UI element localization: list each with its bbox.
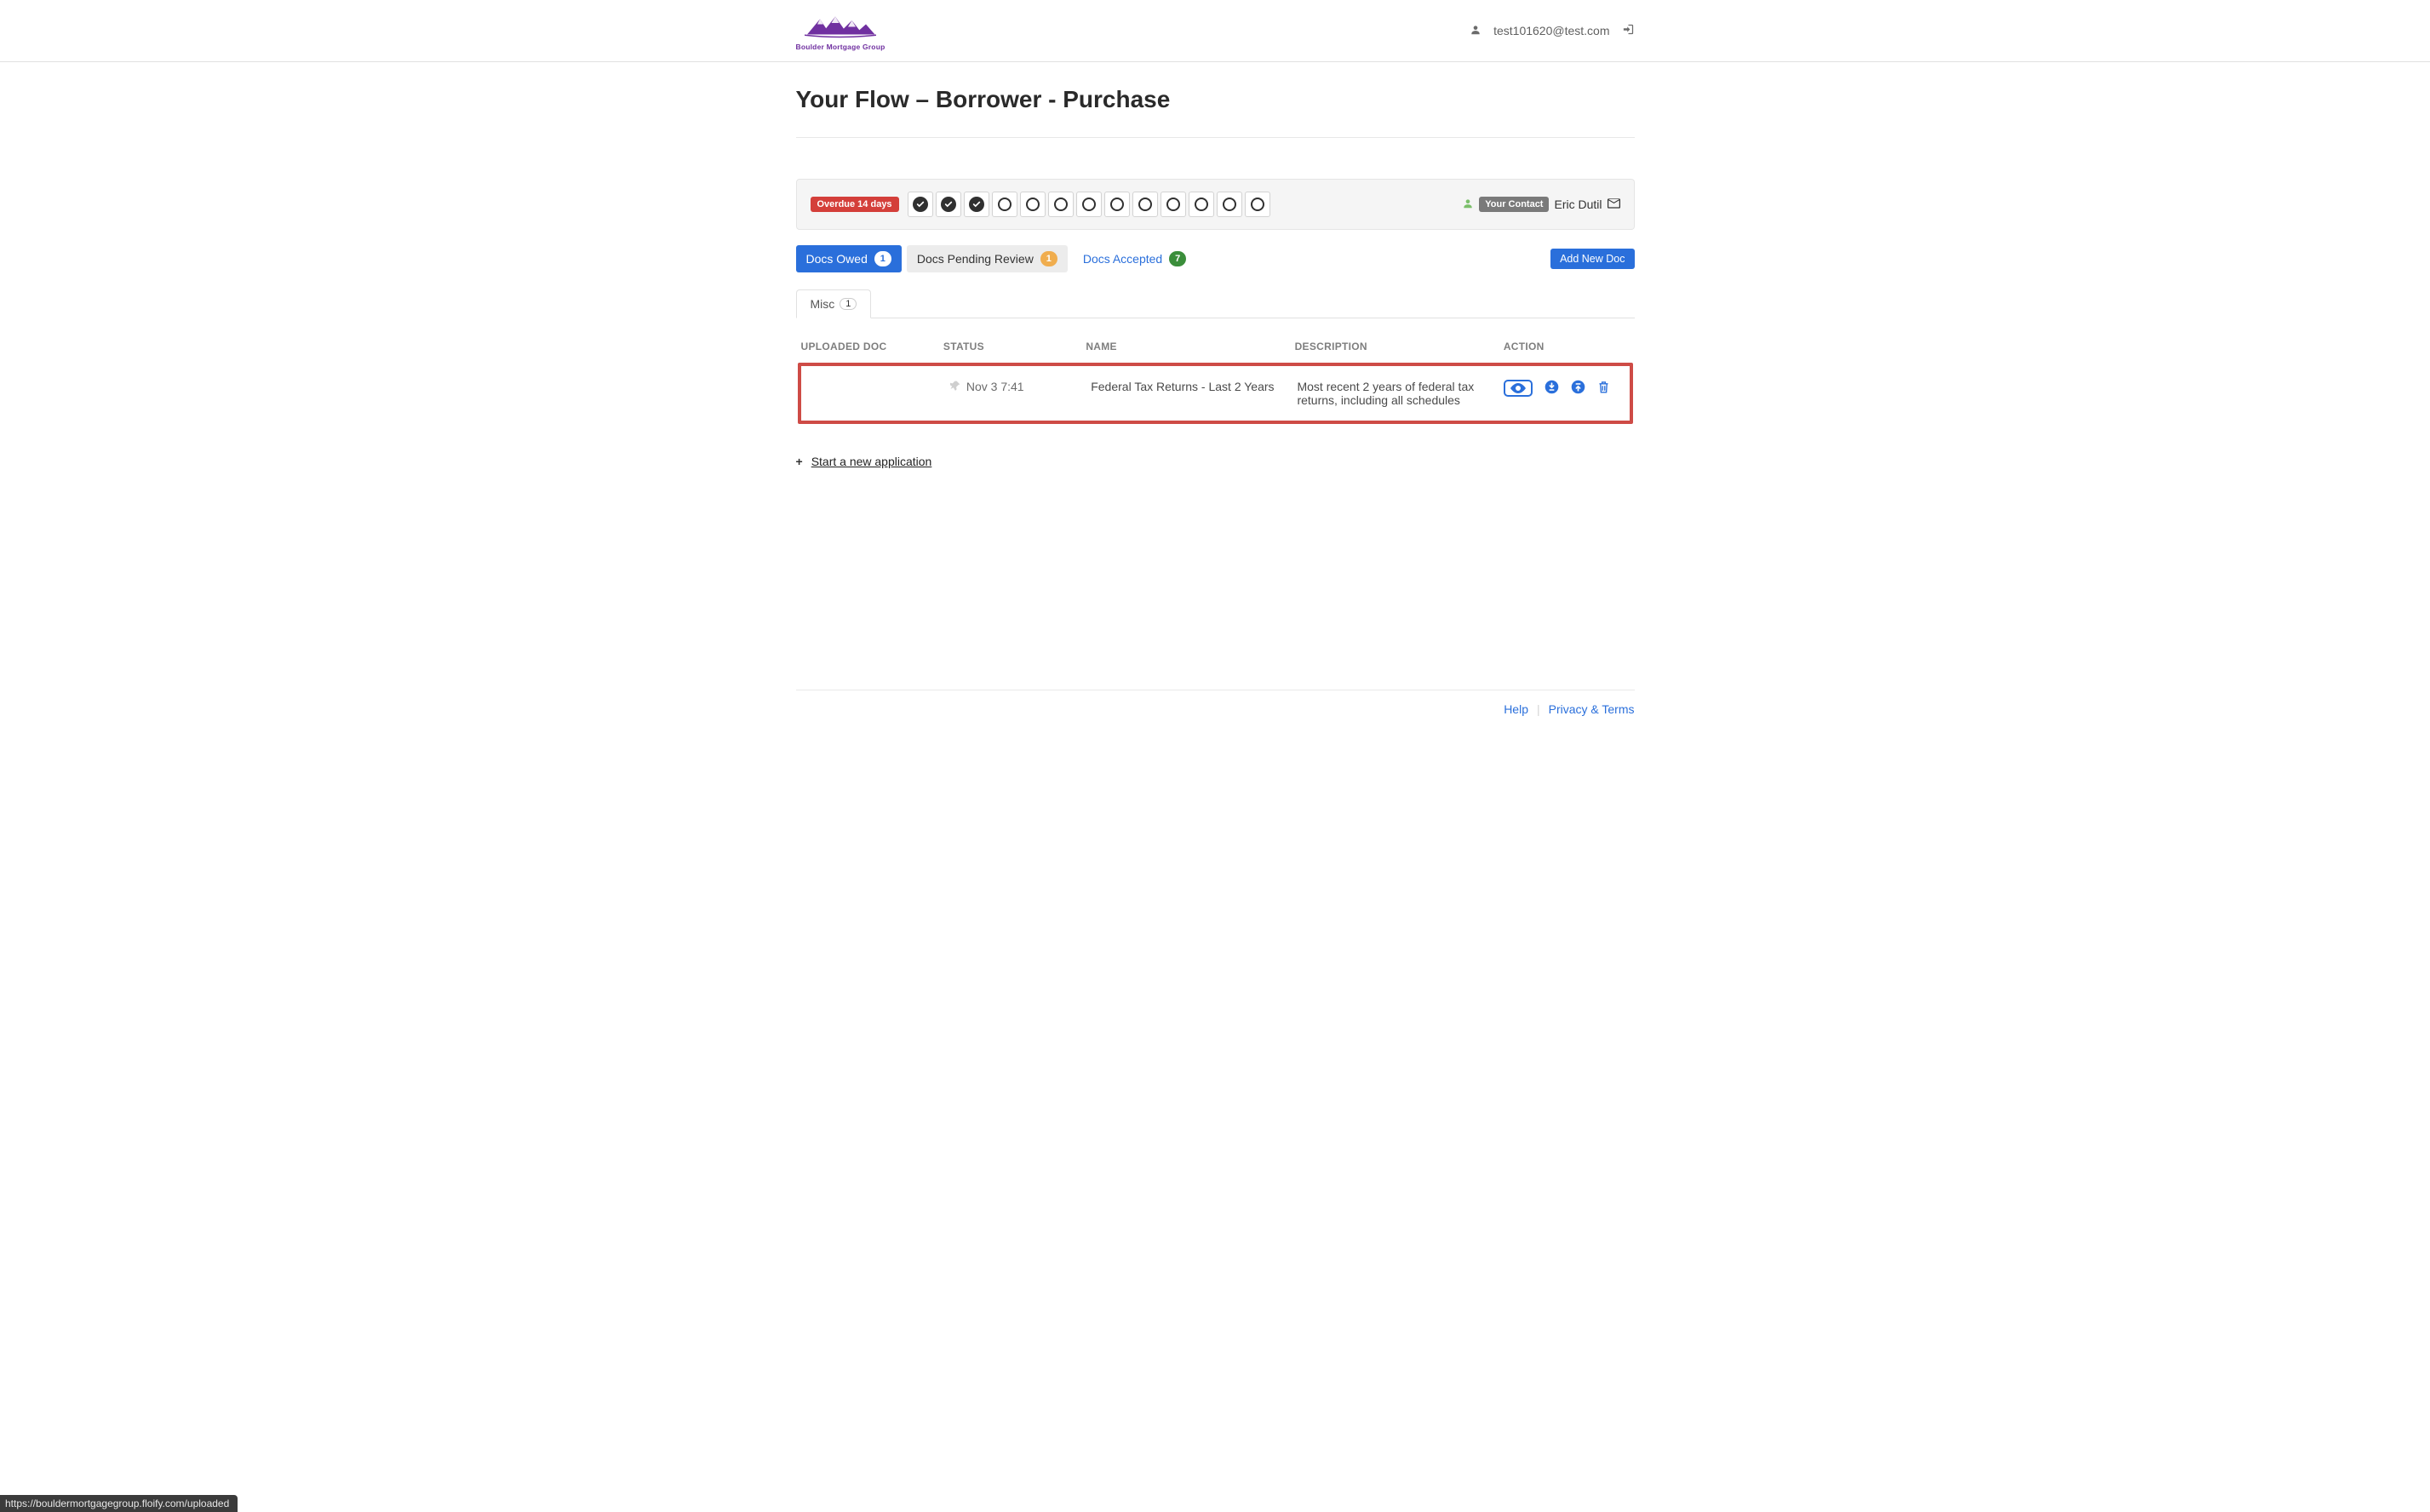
contact-area: Your Contact Eric Dutil [1462,197,1619,212]
status-text: Nov 3 7:41 [966,380,1024,393]
milestone-step[interactable] [1189,192,1214,217]
person-icon [1462,198,1474,212]
count-badge: 7 [1169,251,1186,266]
table-row[interactable]: Nov 3 7:41 Federal Tax Returns - Last 2 … [803,368,1628,419]
cell-name: Federal Tax Returns - Last 2 Years [1084,368,1288,419]
col-action: ACTION [1500,332,1633,361]
milestone-step[interactable] [1048,192,1074,217]
plus-icon: + [796,455,803,468]
add-new-doc-button[interactable]: Add New Doc [1550,249,1634,269]
tab-label: Docs Pending Review [917,252,1034,266]
top-bar: Boulder Mortgage Group test101620@test.c… [0,0,2430,62]
cell-status: Nov 3 7:41 [943,368,1082,419]
contact-badge: Your Contact [1479,197,1549,212]
subtab-label: Misc [811,297,835,311]
milestone-step[interactable] [1245,192,1270,217]
mountain-logo-icon [802,10,879,41]
milestone-step[interactable] [1104,192,1130,217]
logout-icon[interactable] [1622,23,1635,38]
milestone-step[interactable] [1217,192,1242,217]
footer-help-link[interactable]: Help [1504,702,1528,716]
start-new-application[interactable]: + Start a new application [796,455,1635,468]
user-email[interactable]: test101620@test.com [1493,24,1609,37]
subtab-misc[interactable]: Misc 1 [796,289,872,318]
tab-docs-pending[interactable]: Docs Pending Review 1 [907,245,1068,272]
doc-tabs-row: Docs Owed 1 Docs Pending Review 1 Docs A… [796,245,1635,272]
count-badge: 1 [1040,251,1057,266]
milestone-row [908,192,1270,217]
documents-table: UPLOADED DOC STATUS NAME DESCRIPTION ACT… [796,330,1635,426]
milestone-step[interactable] [1076,192,1102,217]
brand-logo[interactable]: Boulder Mortgage Group [796,10,885,51]
user-icon [1470,24,1481,38]
cell-description: Most recent 2 years of federal tax retur… [1290,368,1494,419]
trash-icon[interactable] [1597,380,1610,397]
col-name: NAME [1082,332,1289,361]
overdue-badge: Overdue 14 days [811,197,899,212]
status-panel: Overdue 14 days Your Contact Eric Dutil [796,179,1635,230]
milestone-step[interactable] [908,192,933,217]
milestone-step[interactable] [964,192,989,217]
count-badge: 1 [874,251,891,266]
contact-name[interactable]: Eric Dutil [1554,198,1602,211]
user-menu: test101620@test.com [1470,23,1634,38]
page-title: Your Flow – Borrower - Purchase [796,86,1635,113]
envelope-icon[interactable] [1608,198,1620,211]
tab-label: Docs Accepted [1083,252,1162,266]
cell-actions [1497,368,1628,419]
subtab-count: 1 [840,298,857,310]
footer: Help | Privacy & Terms [796,690,1635,738]
tab-docs-accepted[interactable]: Docs Accepted 7 [1073,245,1196,272]
milestone-step[interactable] [1161,192,1186,217]
col-status: STATUS [940,332,1080,361]
brand-name: Boulder Mortgage Group [796,43,885,51]
milestone-step[interactable] [1020,192,1046,217]
footer-privacy-link[interactable]: Privacy & Terms [1549,702,1635,716]
col-desc: DESCRIPTION [1292,332,1499,361]
col-uploaded: UPLOADED DOC [798,332,938,361]
upload-icon[interactable] [1571,380,1585,397]
download-icon[interactable] [1545,380,1559,397]
milestone-step[interactable] [936,192,961,217]
subtab-row: Misc 1 [796,289,1635,318]
tab-docs-owed[interactable]: Docs Owed 1 [796,245,902,272]
browser-status-url: https://bouldermortgagegroup.floify.com/… [0,1495,238,1512]
thumb-tack-icon [950,380,961,393]
view-icon[interactable] [1504,380,1533,397]
milestone-step[interactable] [992,192,1017,217]
start-new-application-link[interactable]: Start a new application [811,455,932,468]
divider [796,137,1635,138]
milestone-step[interactable] [1132,192,1158,217]
cell-uploaded [803,368,942,419]
tab-label: Docs Owed [806,252,868,266]
